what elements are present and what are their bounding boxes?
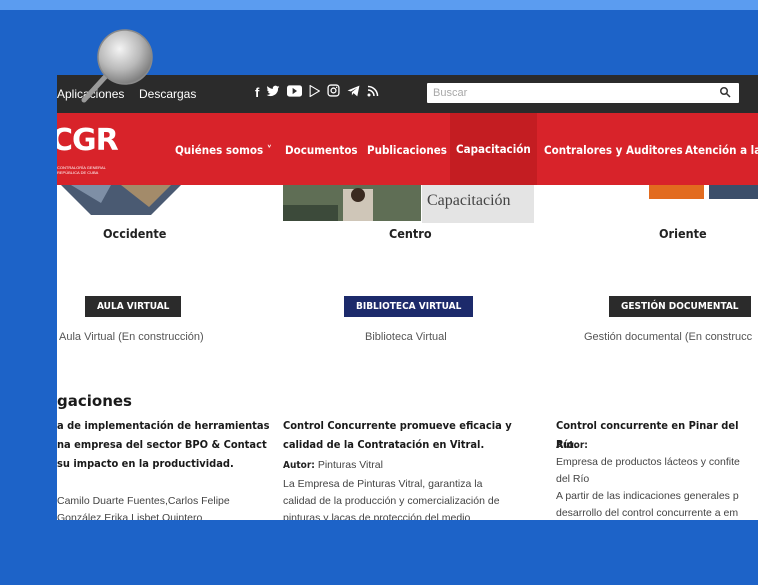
gestion-documental-button[interactable]: GESTIÓN DOCUMENTAL (609, 296, 751, 317)
rss-icon[interactable] (367, 84, 379, 103)
browser-viewport: Aplicaciones Descargas f (57, 75, 758, 520)
aula-virtual-caption: Aula Virtual (En construcción) (59, 331, 204, 343)
main-navbar: CGR CONTRALORÍA GENERAL REPÚBLICA DE CUBA… (57, 113, 758, 185)
nav-capacitacion[interactable]: Capacitación (450, 113, 537, 185)
facebook-icon[interactable]: f (255, 84, 259, 103)
nav-atencion[interactable]: Atención a la (685, 143, 758, 157)
article-2-title[interactable]: Control Concurrente promueve eficacia y … (283, 416, 512, 454)
region-occidente[interactable]: Occidente (103, 226, 166, 241)
search-input[interactable] (427, 83, 713, 103)
region-oriente[interactable]: Oriente (659, 226, 707, 241)
article-3-author: Autor: (556, 440, 588, 451)
top-accent-strip (0, 0, 758, 10)
article-2-body: La Empresa de Pinturas Vitral, garantiza… (283, 478, 500, 520)
nav-publicaciones[interactable]: Publicaciones (367, 143, 447, 157)
biblioteca-virtual-button[interactable]: BIBLIOTECA VIRTUAL (344, 296, 474, 317)
instagram-icon[interactable] (327, 84, 340, 103)
article-2-author: Autor: Pinturas Vitral (283, 459, 383, 471)
search-box (427, 83, 739, 103)
region-centro[interactable]: Centro (389, 226, 432, 241)
search-icon[interactable] (719, 86, 731, 98)
aula-virtual-button[interactable]: AULA VIRTUAL (85, 296, 182, 317)
twitter-icon[interactable] (266, 84, 280, 103)
oriente-image[interactable] (539, 185, 758, 207)
nav-documentos[interactable]: Documentos (285, 143, 358, 157)
site-logo[interactable]: CGR (57, 123, 119, 158)
capacitacion-card-title: Capacitación (427, 192, 511, 209)
nav-contralores-auditores[interactable]: Contralores y Auditores (544, 143, 683, 157)
gestion-documental-caption: Gestión documental (En construcc (584, 331, 753, 343)
nav-quienes-somos[interactable]: Quiénes somos ˅ (175, 143, 272, 157)
article-3-body: Empresa de productos lácteos y confite d… (556, 456, 740, 519)
play-icon[interactable] (309, 84, 321, 103)
centro-image[interactable] (283, 185, 421, 221)
article-1-authors: Camilo Duarte Fuentes,Carlos Felipe Gonz… (57, 495, 230, 520)
telegram-icon[interactable] (347, 84, 360, 103)
biblioteca-virtual-caption: Biblioteca Virtual (365, 331, 447, 343)
occidente-image[interactable] (61, 185, 181, 215)
youtube-icon[interactable] (287, 84, 303, 103)
section-heading: gaciones (57, 392, 132, 410)
logo-subtitle: CONTRALORÍA GENERAL REPÚBLICA DE CUBA (57, 165, 106, 175)
article-1-title[interactable]: a de implementación de herramientas na e… (57, 416, 269, 473)
social-icons: f (255, 84, 379, 103)
magnifier-cursor-icon (81, 29, 153, 103)
